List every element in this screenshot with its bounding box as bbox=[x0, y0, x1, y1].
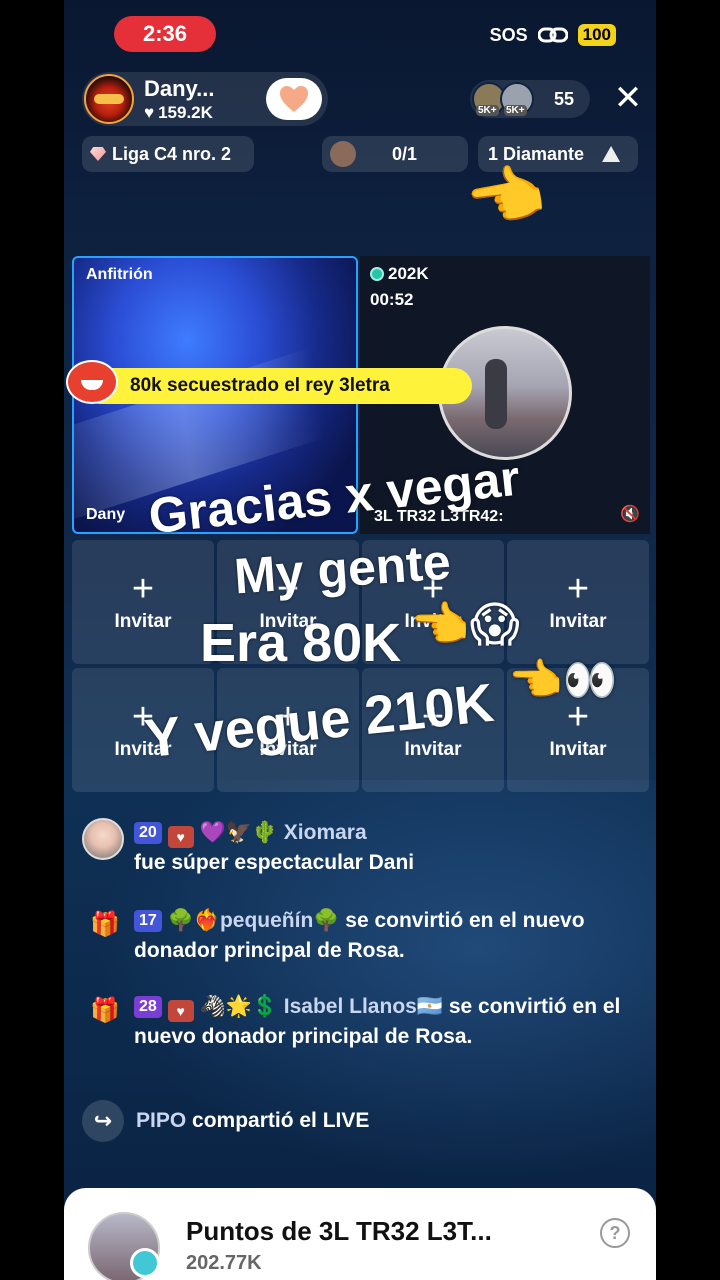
points-sheet[interactable]: Puntos de 3L TR32 L3T... 202.77K ? bbox=[64, 1188, 656, 1280]
sos-label: SOS bbox=[489, 24, 528, 45]
invite-label: Invitar bbox=[549, 611, 607, 632]
close-icon[interactable]: ✕ bbox=[612, 81, 644, 115]
heart-small-icon: ♥ bbox=[144, 102, 155, 122]
guest-score: 202K bbox=[388, 264, 429, 283]
plus-icon: + bbox=[131, 568, 155, 610]
follow-heart-button[interactable] bbox=[266, 78, 322, 120]
gift-icon: 🎁 bbox=[90, 911, 120, 938]
viewers-pill[interactable]: 5K+ 5K+ 55 bbox=[470, 80, 590, 118]
match-score: 0/1 bbox=[392, 143, 418, 164]
points-icon bbox=[370, 267, 384, 281]
gem-icon bbox=[90, 147, 106, 161]
gift-icon: 🎁 bbox=[90, 997, 120, 1024]
host-name: Dany... bbox=[144, 75, 215, 101]
chat-username[interactable]: Xiomara bbox=[284, 821, 367, 844]
sheet-title: Puntos de 3L TR32 L3T... bbox=[186, 1216, 492, 1246]
chat-username[interactable]: Isabel Llanos bbox=[284, 995, 417, 1018]
emoji-decor: 💜🦅🌵 bbox=[199, 821, 278, 844]
pinned-mascot-icon bbox=[66, 360, 118, 404]
top-viewer-avatar[interactable]: 5K+ bbox=[500, 82, 534, 116]
host-panel-label: Anfitrión bbox=[86, 266, 153, 283]
guest-timer: 00:52 bbox=[370, 290, 414, 309]
level-badge: 28 bbox=[134, 996, 162, 1018]
share-text: compartió el LIVE bbox=[192, 1109, 370, 1132]
heart-icon bbox=[280, 86, 308, 112]
invite-label: Invitar bbox=[549, 739, 607, 760]
mic-off-icon: 🔇 bbox=[620, 506, 640, 523]
pointing-eyes-emoji: 👈👀 bbox=[508, 656, 618, 705]
plus-icon: + bbox=[566, 568, 590, 610]
chat-username[interactable]: pequeñín bbox=[220, 909, 313, 932]
status-time: 2:36 bbox=[114, 16, 216, 52]
points-badge-icon bbox=[130, 1248, 160, 1278]
pointing-scream-emoji: 👈😱 bbox=[410, 599, 520, 652]
share-username[interactable]: PIPO bbox=[136, 1109, 186, 1132]
emoji-decor: 🌳❤️‍🔥 bbox=[167, 909, 220, 932]
warning-triangle-icon bbox=[602, 146, 621, 162]
chat-message[interactable]: 20 ♥ 💜🦅🌵 Xiomara fue súper espectacular … bbox=[82, 818, 638, 878]
host-likes-count: 159.2K bbox=[158, 102, 213, 122]
fan-heart-icon: ♥ bbox=[167, 1000, 194, 1022]
caption-line-3: Era 80K bbox=[200, 613, 402, 673]
pointing-hand-emoji: 👈 bbox=[460, 154, 552, 240]
invite-slot[interactable]: + Invitar bbox=[72, 540, 214, 664]
help-icon[interactable]: ? bbox=[600, 1218, 630, 1248]
match-avatar-icon bbox=[330, 141, 356, 167]
live-screen: 2:36 SOS 100 Dany... ♥ 159.2K 5K+ 5K+ 55… bbox=[64, 0, 656, 1280]
share-arrow-icon: ↪ bbox=[82, 1100, 124, 1142]
battery-indicator: 100 bbox=[577, 24, 616, 46]
emoji-decor: 🌳 bbox=[313, 909, 340, 932]
satellite-link-icon bbox=[537, 27, 568, 43]
share-notice: ↪ PIPO compartió el LIVE bbox=[82, 1100, 369, 1142]
flag-emoji: 🇦🇷 bbox=[416, 995, 443, 1018]
sheet-points: 202.77K bbox=[186, 1252, 262, 1274]
chat-avatar[interactable] bbox=[82, 818, 124, 860]
status-bar-right: SOS 100 bbox=[490, 24, 616, 46]
fan-heart-icon: ♥ bbox=[167, 826, 194, 848]
league-label: Liga C4 nro. 2 bbox=[112, 143, 232, 164]
level-badge: 20 bbox=[134, 822, 162, 844]
chat-text: fue súper espectacular Dani bbox=[134, 851, 415, 874]
invite-slot[interactable]: + Invitar bbox=[507, 540, 649, 664]
chat-message[interactable]: 🎁 28 ♥ 🦓🌟💲 Isabel Llanos🇦🇷 se convirtió … bbox=[82, 992, 638, 1052]
match-score-chip[interactable]: 0/1 bbox=[322, 136, 468, 172]
viewer-count: 55 bbox=[553, 88, 574, 109]
emoji-decor: 🦓🌟💲 bbox=[199, 995, 278, 1018]
host-panel-name: Dany bbox=[86, 506, 126, 523]
host-avatar[interactable] bbox=[84, 74, 134, 124]
chat-message[interactable]: 🎁 17 🌳❤️‍🔥pequeñín🌳 se convirtió en el n… bbox=[82, 906, 638, 966]
host-profile-pill[interactable]: Dany... ♥ 159.2K bbox=[82, 72, 328, 126]
level-badge: 17 bbox=[134, 910, 162, 932]
league-chip[interactable]: Liga C4 nro. 2 bbox=[82, 136, 254, 172]
invite-label: Invitar bbox=[114, 611, 172, 632]
pinned-message-banner[interactable]: 80k secuestrado el rey 3letra bbox=[82, 368, 472, 404]
